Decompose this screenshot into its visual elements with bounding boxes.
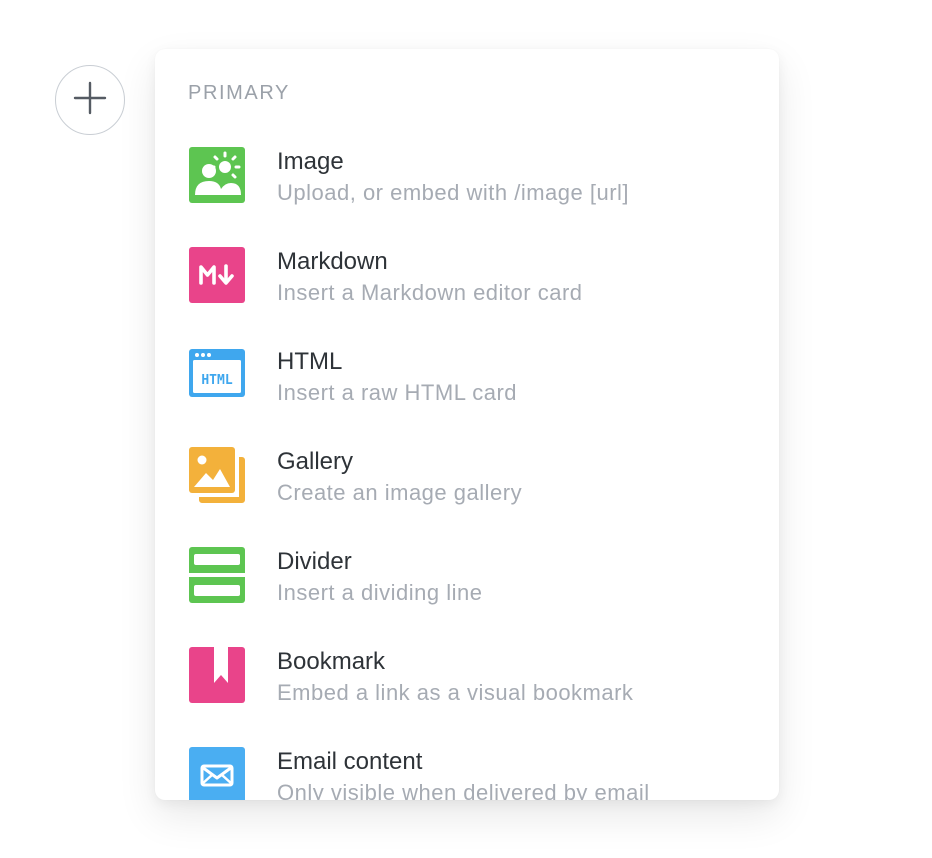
menu-item-gallery[interactable]: Gallery Create an image gallery xyxy=(155,445,779,545)
email-icon xyxy=(189,747,245,800)
menu-item-html[interactable]: HTML HTML Insert a raw HTML card xyxy=(155,345,779,445)
menu-item-markdown[interactable]: Markdown Insert a Markdown editor card xyxy=(155,245,779,345)
menu-item-description: Insert a dividing line xyxy=(277,580,483,605)
card-menu-list: Image Upload, or embed with /image [url]… xyxy=(155,145,779,800)
menu-item-title: Email content xyxy=(277,748,423,775)
divider-icon xyxy=(189,547,245,603)
html-icon: HTML xyxy=(189,347,245,403)
menu-item-image[interactable]: Image Upload, or embed with /image [url] xyxy=(155,145,779,245)
svg-text:HTML: HTML xyxy=(201,373,232,388)
menu-item-title: HTML xyxy=(277,348,343,375)
menu-item-description: Embed a link as a visual bookmark xyxy=(277,680,634,705)
add-card-button[interactable] xyxy=(55,65,125,135)
menu-item-description: Upload, or embed with /image [url] xyxy=(277,180,630,205)
menu-item-title: Gallery xyxy=(277,448,354,475)
plus-icon xyxy=(72,80,108,121)
menu-item-description: Insert a raw HTML card xyxy=(277,380,518,405)
menu-item-title: Image xyxy=(277,148,344,175)
menu-item-title: Bookmark xyxy=(277,648,386,675)
markdown-icon xyxy=(189,247,245,303)
bookmark-icon xyxy=(189,647,245,703)
gallery-icon xyxy=(189,447,245,503)
card-menu: PRIMARY Image Upload, or embed with /ima… xyxy=(155,49,779,800)
section-label: PRIMARY xyxy=(188,82,290,104)
menu-item-bookmark[interactable]: Bookmark Embed a link as a visual bookma… xyxy=(155,645,779,745)
image-icon xyxy=(189,147,245,203)
menu-item-title: Markdown xyxy=(277,248,388,275)
menu-item-description: Only visible when delivered by email xyxy=(277,780,650,800)
menu-item-email-content[interactable]: Email content Only visible when delivere… xyxy=(155,745,779,800)
menu-item-divider[interactable]: Divider Insert a dividing line xyxy=(155,545,779,645)
menu-item-description: Insert a Markdown editor card xyxy=(277,280,583,305)
menu-item-description: Create an image gallery xyxy=(277,480,523,505)
menu-item-title: Divider xyxy=(277,548,352,575)
